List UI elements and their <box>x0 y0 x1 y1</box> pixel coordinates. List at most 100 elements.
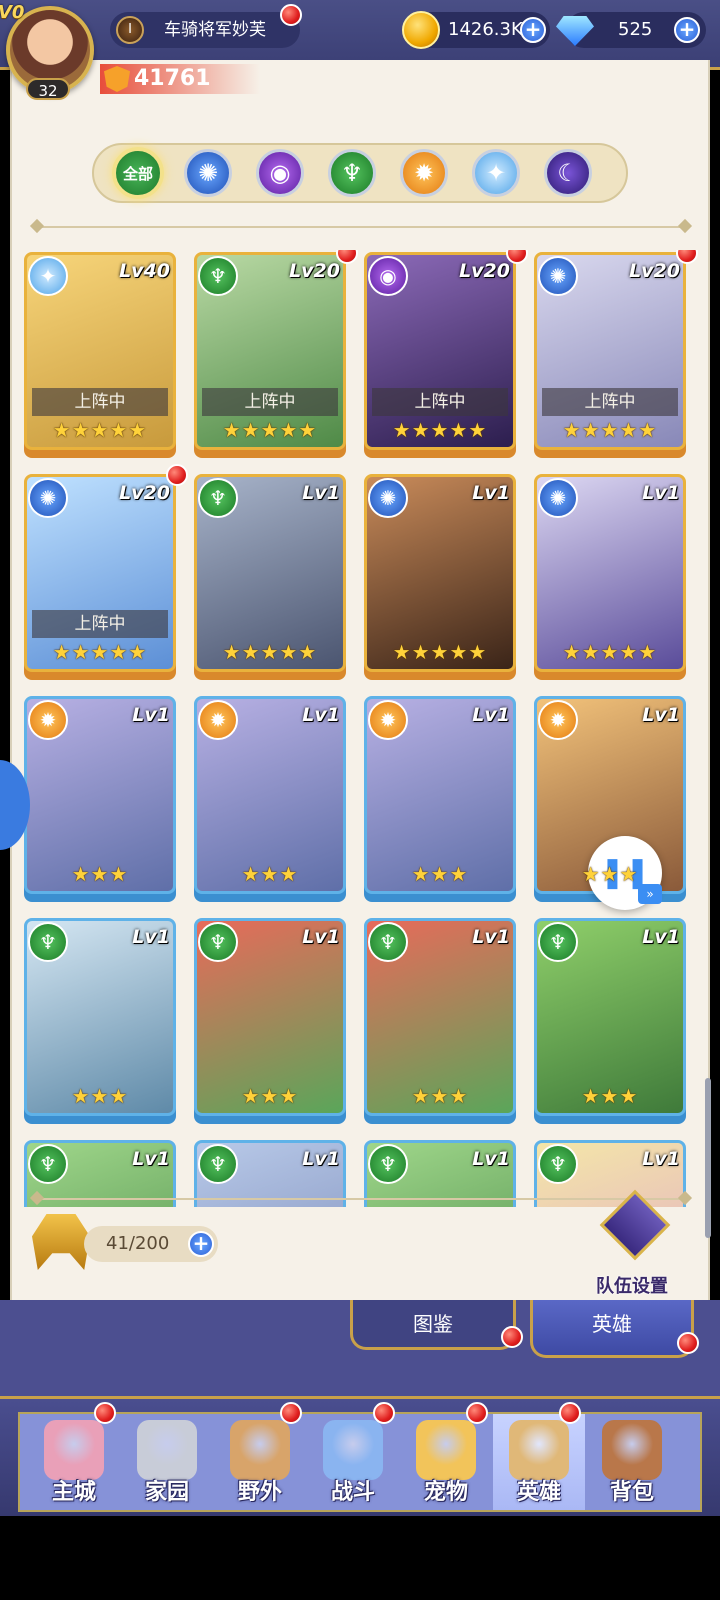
hero-card[interactable]: ♆ Lv1 ★★★★★ <box>194 474 346 680</box>
add-gem-button[interactable]: + <box>674 17 700 43</box>
top-divider <box>36 226 686 228</box>
nature-element-icon: ♆ <box>538 922 578 962</box>
rank-icon[interactable]: Ⅰ <box>116 16 144 44</box>
star-rating: ★★★★★ <box>52 640 148 664</box>
hero-grid[interactable]: ✦ Lv40 上阵中 ★★★★★ ♆ Lv20 上阵中 ★★★★★ ◉ Lv20 上阵中 ★★★★★ ✺… <box>18 250 702 1207</box>
nav-label: 家园 <box>144 1480 189 1505</box>
vip-badge[interactable]: V0 <box>0 2 24 23</box>
gem-amount: 525 <box>618 19 653 40</box>
system-bar <box>0 1516 720 1600</box>
star-rating: ★★★ <box>581 862 639 886</box>
nature-element-icon: ♆ <box>28 1144 68 1184</box>
nav-battle[interactable]: 战斗 <box>307 1402 399 1510</box>
filter-dark-eye-icon[interactable]: ◉ <box>256 149 304 197</box>
subtab-heroes[interactable]: 英雄 <box>530 1300 699 1358</box>
in-team-label: 上阵中 <box>542 388 678 416</box>
nav-wild[interactable]: 野外 <box>214 1402 306 1510</box>
hero-level: Lv1 <box>302 704 340 726</box>
nature-element-icon: ♆ <box>368 1144 408 1184</box>
hero-level: Lv1 <box>642 704 680 726</box>
star-rating: ★★★★★ <box>52 418 148 442</box>
hero-card[interactable]: ♆Lv1★★★ <box>194 918 346 1124</box>
hero-level: Lv1 <box>472 482 510 504</box>
hero-card[interactable]: ♆Lv1★★★ <box>364 1140 516 1207</box>
star-rating: ★★★ <box>241 862 299 886</box>
hero-level: Lv1 <box>302 1148 340 1170</box>
filter-nature-antler-icon[interactable]: ♆ <box>328 149 376 197</box>
filter-all-label: 全部 <box>122 164 153 183</box>
nav-label: 英雄 <box>516 1480 561 1505</box>
hero-level: Lv20 <box>289 260 340 282</box>
hero-level: Lv20 <box>629 260 680 282</box>
filter-light-icon[interactable]: ✦ <box>472 149 520 197</box>
gold-coin-icon <box>402 11 440 49</box>
nav-castle[interactable]: 主城 <box>28 1402 120 1510</box>
subtab-codex[interactable]: 图鉴 <box>350 1300 523 1350</box>
star-rating: ★★★ <box>411 1084 469 1108</box>
hero-card[interactable]: ◉ Lv20 上阵中 ★★★★★ <box>364 250 528 458</box>
star-rating: ★★★★★ <box>562 640 658 664</box>
light-icon: ✦ <box>485 159 507 187</box>
home-icon <box>137 1420 197 1480</box>
nav-home[interactable]: 家园 <box>121 1414 213 1510</box>
dark-eye-icon: ◉ <box>269 159 291 187</box>
hero-card[interactable]: ✺ Lv1 ★★★★★ <box>364 474 516 680</box>
star-rating: ★★★★★ <box>392 640 488 664</box>
fire-element-icon: ✹ <box>28 700 68 740</box>
filter-fire-sun-icon[interactable]: ✹ <box>400 149 448 197</box>
hero-card[interactable]: ✹ Lv1 ★★★ <box>364 696 516 902</box>
add-gold-button[interactable]: + <box>520 17 546 43</box>
star-rating: ★★★ <box>411 862 469 886</box>
notification-dot <box>94 1402 116 1424</box>
notification-dot <box>559 1402 581 1424</box>
hero-level: Lv1 <box>472 704 510 726</box>
hero-card[interactable]: ✹ Lv1 ★★★ <box>534 696 686 902</box>
water-element-icon: ✺ <box>538 256 578 296</box>
nav-label: 战斗 <box>330 1480 375 1505</box>
capacity-text: 41/200 <box>106 1233 170 1254</box>
hero-card[interactable]: ✹ Lv1 ★★★ <box>24 696 176 902</box>
water-element-icon: ✺ <box>368 478 408 518</box>
water-element-icon: ✺ <box>28 478 68 518</box>
hero-level: Lv20 <box>459 260 510 282</box>
hero-card[interactable]: ♆Lv1★★★ <box>24 1140 176 1207</box>
filter-all[interactable]: 全部 <box>112 147 164 199</box>
star-rating: ★★★ <box>71 1084 129 1108</box>
hero-card[interactable]: ✺ Lv1 ★★★★★ <box>534 474 686 680</box>
hero-card[interactable]: ✦ Lv40 上阵中 ★★★★★ <box>24 252 176 458</box>
dark-element-icon: ◉ <box>368 256 408 296</box>
filter-moon-icon[interactable]: ☾ <box>544 149 592 197</box>
hero-card[interactable]: ♆Lv1★★★ <box>534 918 686 1124</box>
hero-level: Lv1 <box>472 1148 510 1170</box>
notification-dot <box>501 1326 523 1348</box>
hero-level: Lv1 <box>132 1148 170 1170</box>
hero-level: Lv1 <box>472 926 510 948</box>
hero-card[interactable]: ✺ Lv20 上阵中 ★★★★★ <box>534 250 698 458</box>
filter-water-icon[interactable]: ✺ <box>184 149 232 197</box>
scrollbar[interactable] <box>705 1078 711 1238</box>
hero-card[interactable]: ✹ Lv1 ★★★ <box>194 696 346 902</box>
nature-element-icon: ♆ <box>198 256 238 296</box>
star-rating: ★★★★★ <box>222 418 318 442</box>
nature-element-icon: ♆ <box>28 922 68 962</box>
hero-level: Lv1 <box>302 482 340 504</box>
nav-hero-book[interactable]: 英雄 <box>493 1402 585 1510</box>
star-rating: ★★★★★ <box>562 418 658 442</box>
fire-element-icon: ✹ <box>368 700 408 740</box>
nav-pet[interactable]: 宠物 <box>400 1402 492 1510</box>
add-capacity-button[interactable]: + <box>188 1231 214 1257</box>
star-rating: ★★★★★ <box>222 640 318 664</box>
in-team-label: 上阵中 <box>372 388 508 416</box>
hero-card[interactable]: ♆Lv1★★★ <box>194 1140 346 1207</box>
battle-icon <box>323 1420 383 1480</box>
in-team-label: 上阵中 <box>32 388 168 416</box>
nav-bag[interactable]: 背包 <box>586 1414 678 1510</box>
hero-card[interactable]: ♆ Lv20 上阵中 ★★★★★ <box>194 250 358 458</box>
team-settings-label[interactable]: 队伍设置 <box>596 1272 668 1298</box>
hero-card[interactable]: ♆Lv1★★★ <box>364 918 516 1124</box>
hero-card[interactable]: ♆Lv1★★★ <box>534 1140 686 1207</box>
star-rating: ★★★ <box>581 1084 639 1108</box>
hero-card[interactable]: ♆ Lv1 ★★★ <box>24 918 176 1124</box>
hero-card[interactable]: ✺ Lv20 上阵中 ★★★★★ <box>24 464 188 680</box>
hero-level: Lv1 <box>132 926 170 948</box>
